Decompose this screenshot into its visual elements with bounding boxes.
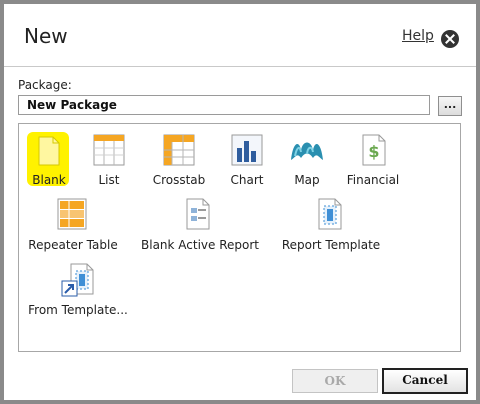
tile-financial[interactable]: $ Financial	[341, 128, 405, 188]
tile-repeater-table[interactable]: Repeater Table	[25, 192, 121, 254]
report-type-list: Blank List Crosstab Chart Map $ Financia…	[18, 123, 461, 352]
new-dialog: New Help Package: New Package ... Blank	[0, 0, 480, 404]
tile-label: Chart	[230, 173, 264, 187]
report-template-icon	[318, 198, 342, 230]
dialog-title-bar: New Help	[4, 4, 476, 66]
tile-label: Crosstab	[152, 173, 206, 187]
tile-label: Blank	[32, 173, 66, 187]
chart-icon	[231, 134, 263, 166]
package-browse-button[interactable]: ...	[438, 96, 462, 116]
help-link[interactable]: Help	[402, 28, 434, 44]
tile-label: Report Template	[281, 238, 381, 252]
svg-text:$: $	[368, 142, 379, 161]
tile-chart[interactable]: Chart	[219, 128, 275, 188]
active-report-icon	[186, 198, 210, 230]
close-icon[interactable]	[441, 30, 459, 48]
ok-button[interactable]: OK	[292, 369, 378, 393]
crosstab-icon	[163, 134, 195, 166]
tile-list[interactable]: List	[81, 128, 137, 188]
cancel-button[interactable]: Cancel	[382, 368, 468, 394]
tile-label: List	[98, 173, 120, 187]
tile-from-template[interactable]: From Template...	[23, 257, 133, 319]
from-template-icon	[61, 263, 94, 297]
tile-blank-active-report[interactable]: Blank Active Report	[141, 192, 260, 254]
tile-label: Repeater Table	[28, 238, 118, 252]
tile-label: Blank Active Report	[141, 238, 260, 252]
tile-label: Map	[294, 173, 320, 187]
tile-label: From Template...	[28, 303, 128, 317]
list-icon	[93, 134, 125, 166]
dialog-title: New	[24, 24, 68, 48]
financial-icon: $	[362, 134, 386, 166]
repeater-table-icon	[57, 198, 87, 230]
tile-map[interactable]: Map	[279, 128, 335, 188]
tile-blank[interactable]: Blank	[21, 128, 77, 188]
title-divider	[4, 66, 476, 67]
package-field[interactable]: New Package	[18, 95, 430, 115]
tile-label: Financial	[346, 173, 400, 187]
tile-report-template[interactable]: Report Template	[279, 192, 383, 254]
tile-crosstab[interactable]: Crosstab	[147, 128, 211, 188]
blank-page-icon	[38, 136, 60, 166]
package-label: Package:	[18, 78, 72, 92]
map-icon	[291, 142, 323, 160]
